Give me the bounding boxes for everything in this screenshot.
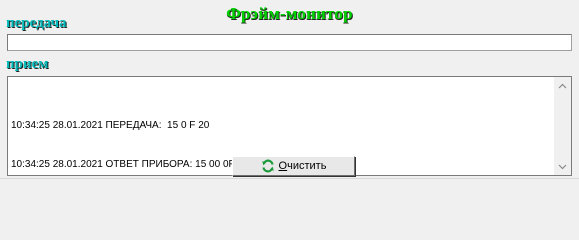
refresh-icon: [261, 159, 275, 173]
send-input[interactable]: [7, 34, 572, 51]
send-label: передача: [6, 15, 67, 31]
receive-log[interactable]: 10:34:25 28.01.2021 ПЕРЕДАЧА: 15 0 F 20 …: [7, 76, 572, 176]
vertical-scrollbar[interactable]: [554, 77, 571, 175]
clear-button[interactable]: Очистить: [232, 156, 355, 176]
window-title: Фрэйм-монитор: [226, 4, 353, 23]
status-bar: [0, 178, 579, 208]
chevron-down-icon[interactable]: [554, 158, 571, 175]
receive-label: прием: [6, 56, 49, 72]
log-line: 10:34:25 28.01.2021 ПЕРЕДАЧА: 15 0 F 20: [11, 120, 210, 131]
log-line: 10:34:25 28.01.2021 ОТВЕТ ПРИБОРА: 15 00…: [11, 159, 249, 170]
chevron-up-icon[interactable]: [554, 77, 571, 94]
clear-button-label: Очистить: [278, 160, 327, 172]
